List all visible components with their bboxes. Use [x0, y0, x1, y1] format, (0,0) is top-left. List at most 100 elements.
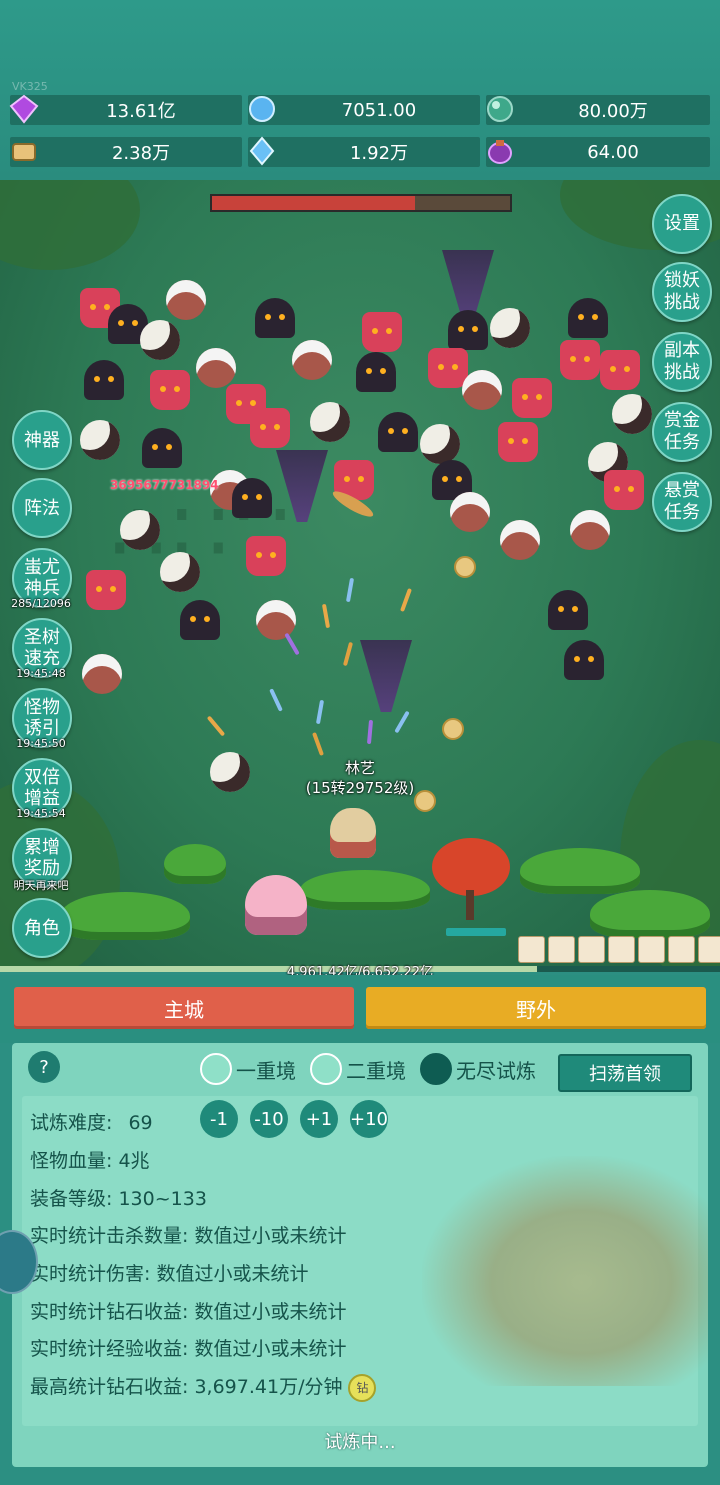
- resource-value: 2.38万: [111, 143, 171, 164]
- stat-row: 怪物血量: 4兆: [30, 1146, 150, 1173]
- skill-bar: [518, 936, 720, 963]
- monster-red-bat: [150, 370, 190, 410]
- button-label: 任务: [664, 432, 700, 453]
- difficulty-plus-1-button[interactable]: +1: [300, 1100, 338, 1138]
- stat-row: 实时统计经验收益: 数值过小或未统计: [30, 1334, 346, 1361]
- monster-fluff: [612, 394, 652, 434]
- monster-red-bat: [250, 408, 290, 448]
- battle-field[interactable]: ∴∷∵ 3695677731894 林艺 (15转29752级): [0, 180, 720, 970]
- autumn-tree: [432, 838, 510, 896]
- skill-icon[interactable]: [608, 936, 635, 963]
- skill-icon[interactable]: [698, 936, 720, 963]
- button-label: 角色: [24, 917, 60, 939]
- monster-hooded-demon: [548, 590, 588, 630]
- difficulty-minus-1-button[interactable]: -1: [200, 1100, 238, 1138]
- bounty-task-button[interactable]: 赏金 任务: [652, 402, 712, 462]
- player-label: 林艺 (15转29752级): [300, 758, 420, 798]
- difficulty-value: 69: [128, 1112, 153, 1134]
- resource-orb: 80.00万: [486, 95, 710, 125]
- monster-red-bat: [560, 340, 600, 380]
- mode-option-2[interactable]: 二重境: [310, 1053, 406, 1085]
- tab-main-city[interactable]: 主城: [14, 987, 354, 1029]
- monster-red-bat: [362, 312, 402, 352]
- scroll-book-icon: [6, 133, 42, 169]
- monster-red-bat: [428, 348, 468, 388]
- bush: [164, 844, 226, 884]
- flying-sword: [312, 732, 324, 756]
- mode-option-1[interactable]: 一重境: [200, 1053, 296, 1085]
- tree-hp-bar: [446, 928, 506, 936]
- ice-crystal-icon: [244, 133, 280, 169]
- help-button[interactable]: ?: [28, 1051, 60, 1083]
- player-level: (15转29752级): [305, 779, 415, 797]
- sweep-boss-button[interactable]: 扫荡首领: [558, 1054, 692, 1092]
- stat-label: 实时统计经验收益:: [30, 1338, 189, 1360]
- monster-penguin: [462, 370, 502, 410]
- reward-task-button[interactable]: 悬赏 任务: [652, 472, 712, 532]
- monster-red-bat: [498, 422, 538, 462]
- button-label: 奖励: [24, 858, 60, 879]
- lock-demon-challenge-button[interactable]: 锁妖 挑战: [652, 262, 712, 322]
- skill-icon[interactable]: [548, 936, 575, 963]
- monster-hooded-demon: [84, 360, 124, 400]
- button-timer: 19:45:50: [16, 737, 66, 750]
- stat-label: 装备等级:: [30, 1188, 113, 1210]
- gold-coin: [442, 718, 464, 740]
- resource-ice: 1.92万: [248, 136, 480, 167]
- stat-value: 4兆: [118, 1150, 150, 1172]
- stat-value: 数值过小或未统计: [156, 1263, 309, 1285]
- monster-fluff: [120, 510, 160, 550]
- button-label: 阵法: [24, 497, 60, 519]
- flying-sword: [269, 688, 283, 712]
- player-hero: [330, 808, 376, 858]
- blue-crystal-icon: [244, 91, 280, 127]
- monster-hooded-demon: [564, 640, 604, 680]
- dungeon-challenge-button[interactable]: 副本 挑战: [652, 332, 712, 392]
- flying-sword: [342, 641, 354, 667]
- button-label: 挑战: [664, 362, 700, 383]
- monster-penguin: [292, 340, 332, 380]
- button-sublabel: 285/12096: [11, 597, 71, 610]
- stat-row: 实时统计伤害: 数值过小或未统计: [30, 1259, 308, 1286]
- skill-icon[interactable]: [638, 936, 665, 963]
- stat-label: 实时统计伤害:: [30, 1263, 151, 1285]
- button-label: 蚩尤: [24, 557, 60, 578]
- monster-penguin: [500, 520, 540, 560]
- difficulty-minus-10-button[interactable]: -10: [250, 1100, 288, 1138]
- tab-label: 野外: [516, 997, 556, 1022]
- button-label: 累增: [24, 837, 60, 858]
- resource-value: 13.61亿: [106, 101, 176, 122]
- character-button[interactable]: 角色: [12, 898, 72, 958]
- tab-wild[interactable]: 野外: [366, 987, 706, 1029]
- skill-icon[interactable]: [668, 936, 695, 963]
- stat-row: 最高统计钻石收益: 3,697.41万/分钟钻: [30, 1372, 377, 1402]
- monster-red-bat: [600, 350, 640, 390]
- monster-penguin: [570, 510, 610, 550]
- monster-fluff: [160, 552, 200, 592]
- resource-value: 80.00万: [578, 101, 648, 122]
- resource-value: 1.92万: [349, 143, 409, 164]
- bush: [300, 870, 430, 910]
- settings-button[interactable]: 设置: [652, 194, 712, 254]
- skill-icon[interactable]: [518, 936, 545, 963]
- stat-value: 数值过小或未统计: [194, 1225, 347, 1247]
- button-label: 副本: [664, 340, 700, 361]
- artifact-button[interactable]: 神器: [12, 410, 72, 470]
- monster-red-bat: [604, 470, 644, 510]
- flying-sword: [366, 719, 374, 745]
- monster-penguin: [82, 654, 122, 694]
- mode-label: 无尽试炼: [456, 1058, 536, 1083]
- stat-value: 130~133: [118, 1188, 207, 1210]
- difficulty-plus-10-button[interactable]: +10: [350, 1100, 388, 1138]
- pet-companion: [245, 875, 307, 935]
- button-label: 悬赏: [664, 480, 700, 501]
- button-label: 神器: [24, 429, 60, 451]
- monster-fluff: [420, 424, 460, 464]
- skill-icon[interactable]: [578, 936, 605, 963]
- resource-diamond: 13.61亿: [9, 94, 242, 125]
- tiger-illustration: [422, 1156, 708, 1386]
- mode-option-3[interactable]: 无尽试炼: [420, 1053, 536, 1085]
- button-timer: 19:45:54: [16, 807, 66, 820]
- formation-button[interactable]: 阵法: [12, 478, 72, 538]
- radio-dot-selected: [420, 1053, 452, 1085]
